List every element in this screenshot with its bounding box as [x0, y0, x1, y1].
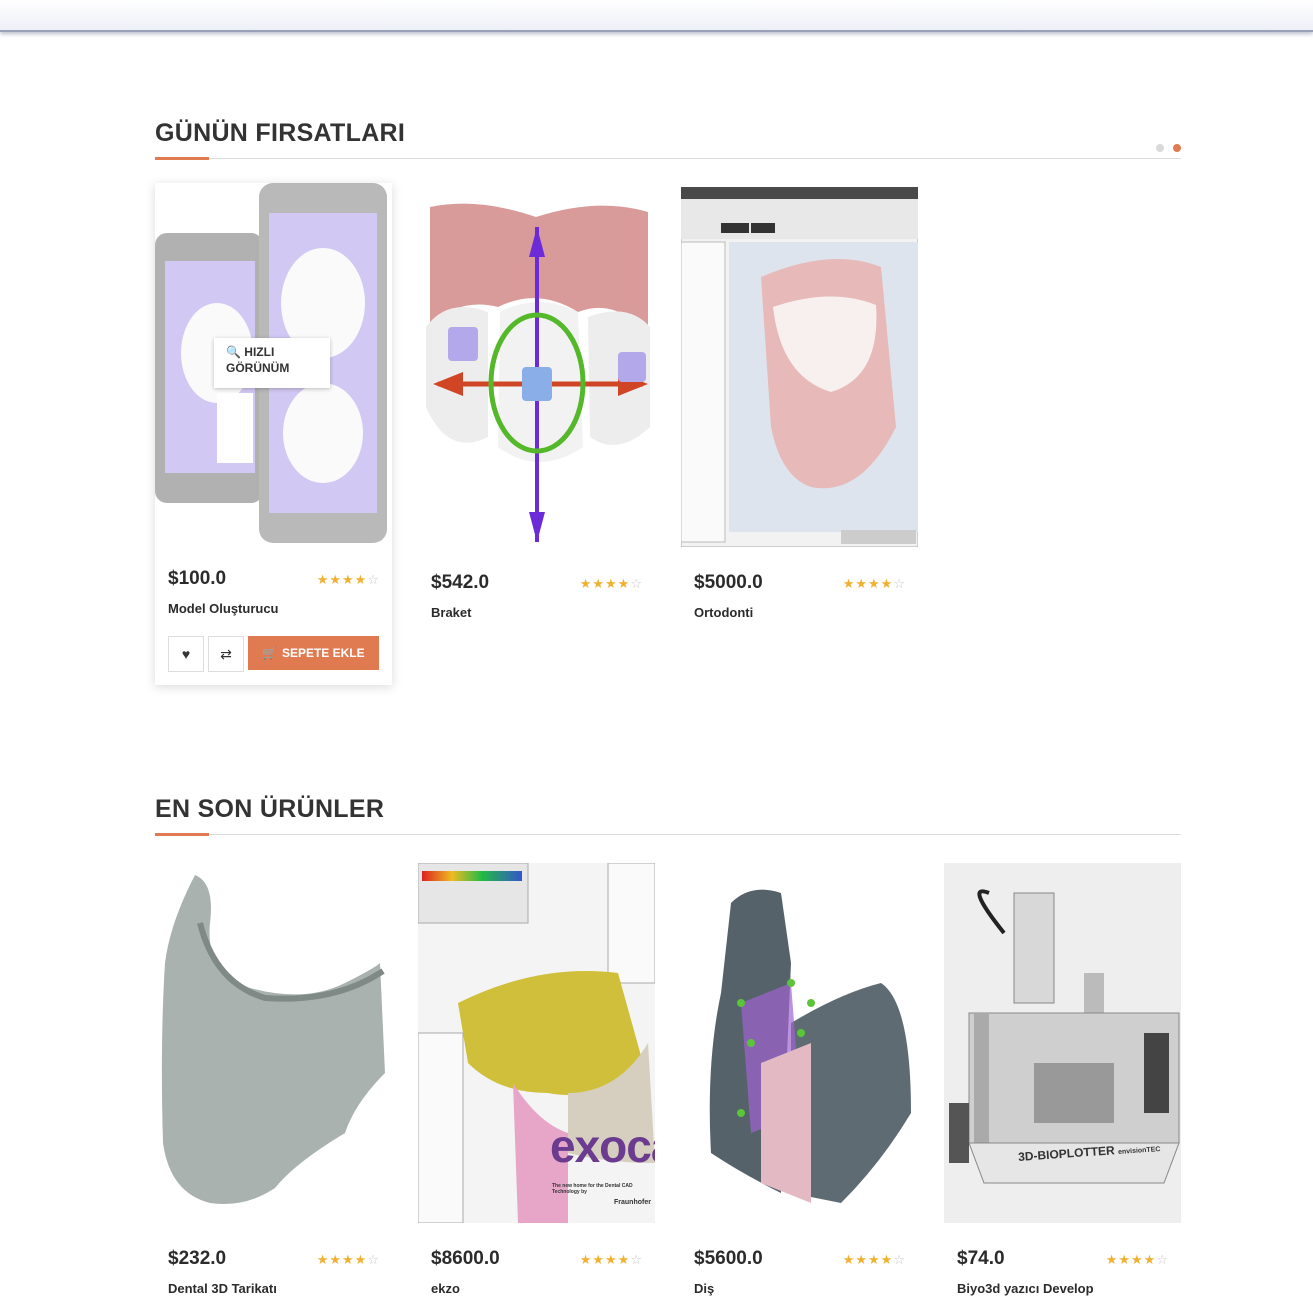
product-card-model[interactable]: 🔍 HIZLI GÖRÜNÜM $100.0 ★★★★☆ Model Oluşt… [155, 183, 392, 685]
deals-title: GÜNÜN FIRSATLARI [155, 119, 406, 147]
magnifier-icon: 🔍 [226, 345, 241, 359]
product-card-braket[interactable]: $542.0 ★★★★☆ Braket [418, 187, 655, 627]
product-image[interactable]: exocad The new home for the Dental CAD T… [418, 863, 655, 1223]
wishlist-button[interactable]: ♥ [168, 636, 204, 672]
exocad-tagline: The new home for the Dental CAD Technolo… [552, 1183, 633, 1195]
product-card-bioplotter[interactable]: 3D-BIOPLOTTER envisionTEC $74.0 ★★★★☆ Bi… [944, 863, 1181, 1296]
heart-icon: ♥ [181, 646, 191, 662]
add-to-cart-button[interactable]: 🛒 SEPETE EKLE [248, 636, 379, 670]
product-price: $5600.0 [694, 1248, 763, 1269]
product-card-ortodonti[interactable]: $5000.0 ★★★★☆ Ortodonti [681, 187, 918, 627]
product-name[interactable]: Dental 3D Tarikatı [168, 1281, 277, 1296]
product-image[interactable] [155, 863, 392, 1223]
product-name[interactable]: Ortodonti [694, 605, 753, 620]
product-image[interactable]: 🔍 HIZLI GÖRÜNÜM [155, 183, 392, 543]
product-card-ekzo[interactable]: exocad The new home for the Dental CAD T… [418, 863, 655, 1296]
product-rating: ★★★★☆ [316, 1252, 380, 1267]
add-to-cart-label: SEPETE EKLE [281, 646, 365, 660]
latest-section: EN SON ÜRÜNLER $232.0 ★★★★☆ Dental 3D Ta… [155, 794, 1181, 1296]
product-price: $542.0 [431, 572, 490, 593]
product-image[interactable] [681, 187, 918, 547]
quick-view-button[interactable]: 🔍 HIZLI GÖRÜNÜM [214, 338, 330, 388]
product-price: $8600.0 [431, 1248, 500, 1269]
carousel-dot-2[interactable] [1173, 144, 1181, 152]
product-card-dental-3d[interactable]: $232.0 ★★★★☆ Dental 3D Tarikatı [155, 863, 392, 1296]
product-image[interactable] [681, 863, 918, 1223]
product-name[interactable]: Braket [431, 605, 471, 620]
fraunhofer-text: Fraunhofer [614, 1199, 651, 1206]
product-name[interactable]: Diş [694, 1281, 714, 1296]
carousel-dots [1156, 144, 1181, 152]
product-price: $232.0 [168, 1248, 227, 1269]
product-image[interactable] [418, 187, 655, 547]
deals-divider [155, 157, 1181, 160]
compare-icon: ⇄ [220, 645, 232, 662]
deals-section: GÜNÜN FIRSATLARI 🔍 HIZLI GÖRÜNÜM $100.0 [155, 118, 1181, 708]
product-price: $74.0 [957, 1248, 1005, 1269]
product-rating: ★★★★☆ [842, 1252, 906, 1267]
product-name[interactable]: ekzo [431, 1281, 460, 1296]
browser-top-bar [0, 0, 1313, 32]
product-rating: ★★★★☆ [1105, 1252, 1169, 1267]
product-rating: ★★★★☆ [579, 576, 643, 591]
product-name[interactable]: Model Oluşturucu [168, 601, 279, 616]
product-rating: ★★★★☆ [316, 572, 380, 587]
latest-title: EN SON ÜRÜNLER [155, 795, 385, 823]
carousel-dot-1[interactable] [1156, 144, 1164, 152]
exocad-logo-text: exocad [550, 1120, 655, 1172]
product-rating: ★★★★☆ [579, 1252, 643, 1267]
product-rating: ★★★★☆ [842, 576, 906, 591]
latest-divider [155, 833, 1181, 836]
product-card-dis[interactable]: $5600.0 ★★★★☆ Diş [681, 863, 918, 1296]
product-price: $100.0 [168, 568, 227, 589]
cart-icon: 🛒 [262, 646, 277, 660]
compare-button[interactable]: ⇄ [208, 636, 244, 672]
product-price: $5000.0 [694, 572, 763, 593]
product-actions: ♥ ⇄ 🛒 SEPETE EKLE [168, 636, 379, 672]
product-image[interactable]: 3D-BIOPLOTTER envisionTEC [944, 863, 1181, 1223]
product-name[interactable]: Biyo3d yazıcı Develop [957, 1281, 1094, 1296]
